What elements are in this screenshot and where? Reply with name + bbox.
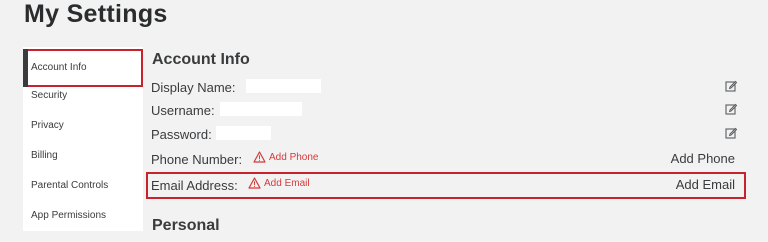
sidebar-item-security[interactable]: Security — [23, 81, 143, 111]
email-address-label: Email Address: — [151, 178, 238, 193]
sidebar-item-billing[interactable]: Billing — [23, 141, 143, 171]
display-name-row: Display Name: — [151, 76, 741, 98]
add-phone-button[interactable]: Add Phone — [671, 151, 735, 166]
sidebar-item-label: Security — [31, 90, 68, 101]
add-email-warning-text: Add Email — [264, 177, 310, 189]
add-phone-warning-text: Add Phone — [269, 151, 319, 163]
username-value — [220, 102, 302, 116]
warning-triangle-icon — [248, 177, 261, 189]
sidebar-item-label: Account Info — [31, 62, 87, 73]
add-email-button[interactable]: Add Email — [676, 177, 735, 192]
username-row: Username: — [151, 99, 741, 121]
phone-number-label: Phone Number: — [151, 152, 243, 167]
edit-icon[interactable] — [725, 103, 737, 115]
sidebar-item-label: App Permissions — [31, 210, 107, 221]
sidebar-item-parental-controls[interactable]: Parental Controls — [23, 171, 143, 201]
sidebar-item-app-permissions[interactable]: App Permissions — [23, 201, 143, 231]
display-name-value — [246, 79, 321, 93]
page-title: My Settings — [24, 0, 168, 28]
password-row: Password: — [151, 123, 741, 145]
sidebar-item-privacy[interactable]: Privacy — [23, 111, 143, 141]
edit-icon[interactable] — [725, 80, 737, 92]
password-label: Password: — [151, 127, 212, 142]
email-address-row: Email Address: Add Email Add Email — [151, 174, 741, 196]
sidebar-item-label: Billing — [31, 150, 58, 161]
display-name-label: Display Name: — [151, 80, 236, 95]
account-info-heading: Account Info — [152, 51, 250, 68]
settings-sidebar: Account Info Security Privacy Billing Pa… — [23, 47, 143, 231]
add-phone-warning[interactable]: Add Phone — [253, 151, 319, 163]
sidebar-item-label: Privacy — [31, 120, 64, 131]
add-email-warning[interactable]: Add Email — [248, 177, 310, 189]
username-label: Username: — [151, 103, 215, 118]
warning-triangle-icon — [253, 151, 266, 163]
sidebar-item-label: Parental Controls — [31, 180, 109, 191]
phone-number-row: Phone Number: Add Phone Add Phone — [151, 148, 741, 170]
personal-heading: Personal — [152, 217, 220, 234]
edit-icon[interactable] — [725, 127, 737, 139]
password-value — [216, 126, 271, 140]
